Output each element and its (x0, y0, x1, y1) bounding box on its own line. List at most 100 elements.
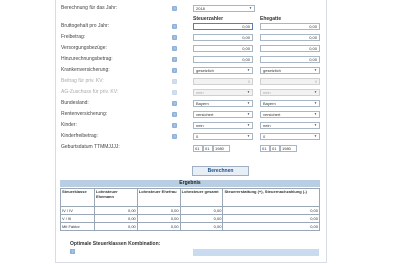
year-select[interactable]: 2018 ▼ (193, 5, 255, 12)
beitrag-priv-taxpayer-input[interactable]: 0 (193, 78, 253, 85)
header-erstattung: Steuererstattung (+), Steuernachzahlung … (222, 188, 320, 207)
birth-year-taxpayer-input[interactable]: 1980 (213, 145, 230, 152)
kranken-label: Krankenversicherung: (61, 67, 110, 73)
result-header-row: Steuerklasse Lohnsteuer Ehemann Lohnsteu… (60, 188, 320, 207)
header-lohnsteuer-ehefrau: Lohnsteuer Ehefrau (136, 188, 181, 207)
birth-month-taxpayer-input[interactable]: 01 (203, 145, 213, 152)
kinderfreibetrag-label: Kinderfreibetrag: (61, 133, 98, 139)
cell-value: 0,00 (136, 214, 181, 223)
bundesland-help-icon[interactable]: ? (172, 101, 177, 106)
chevron-down-icon: ▼ (247, 68, 250, 72)
chevron-down-icon: ▼ (249, 6, 252, 10)
cell-class: IV / IV (60, 206, 95, 215)
versorgung-taxpayer-input[interactable]: 0,00 (193, 45, 253, 52)
chevron-down-icon: ▼ (247, 123, 250, 127)
optimal-label: Optimale Steuerklassen Kombination: (70, 241, 161, 247)
brutto-taxpayer-input[interactable]: 0,00 (193, 23, 253, 30)
brutto-help-icon[interactable]: ? (172, 24, 177, 29)
kinderfreibetrag-spouse-value: 0 (263, 134, 266, 139)
brutto-label: Bruttogehalt pro Jahr: (61, 23, 110, 29)
kranken-taxpayer-select[interactable]: gesetzlich ▼ (193, 67, 253, 74)
chevron-down-icon: ▼ (314, 90, 317, 94)
optimal-result-box (193, 249, 319, 256)
renten-taxpayer-select[interactable]: versichert ▼ (193, 111, 253, 118)
header-lohnsteuer-gesamt: Lohnsteuer gesamt (179, 188, 224, 207)
cell-value: 0,00 (93, 206, 138, 215)
brutto-spouse-input[interactable]: 0,00 (260, 23, 320, 30)
birth-year-spouse-input[interactable]: 1980 (280, 145, 297, 152)
kinder-help-icon[interactable]: ? (172, 123, 177, 128)
freibetrag-taxpayer-input[interactable]: 0,00 (193, 34, 253, 41)
kinderfreibetrag-spouse-select[interactable]: 0 ▼ (260, 133, 320, 140)
beitrag-priv-label: Beitrag für priv. KV: (61, 78, 104, 84)
ag-zuschuss-taxpayer-select[interactable]: nein ▼ (193, 89, 253, 96)
year-value: 2018 (196, 6, 205, 11)
kinder-spouse-select[interactable]: nein ▼ (260, 122, 320, 129)
chevron-down-icon: ▼ (314, 134, 317, 138)
hinzurechnung-taxpayer-input[interactable]: 0,00 (193, 56, 253, 63)
versorgung-spouse-input[interactable]: 0,00 (260, 45, 320, 52)
calculate-button[interactable]: Berechnen (192, 166, 249, 176)
kinderfreibetrag-taxpayer-select[interactable]: 0 ▼ (193, 133, 253, 140)
cell-value: 0,00 (222, 222, 320, 231)
bundesland-label: Bundesland: (61, 100, 89, 106)
renten-label: Rentenversicherung: (61, 111, 108, 117)
ag-zuschuss-spouse-value: nein (263, 90, 271, 95)
kinder-taxpayer-select[interactable]: nein ▼ (193, 122, 253, 129)
ag-zuschuss-taxpayer-value: nein (196, 90, 204, 95)
chevron-down-icon: ▼ (247, 134, 250, 138)
year-help-icon[interactable]: ? (172, 6, 177, 11)
birth-day-spouse-input[interactable]: 01 (260, 145, 270, 152)
cell-value: 0,00 (136, 206, 181, 215)
cell-value: 0,00 (179, 206, 224, 215)
versorgung-help-icon[interactable]: ? (172, 46, 177, 51)
chevron-down-icon: ▼ (247, 112, 250, 116)
birth-day-taxpayer-input[interactable]: 01 (193, 145, 203, 152)
cell-value: 0,00 (136, 222, 181, 231)
ag-zuschuss-help-icon[interactable]: ? (172, 90, 177, 95)
freibetrag-spouse-input[interactable]: 0,00 (260, 34, 320, 41)
kinder-label: Kinder: (61, 122, 77, 128)
kranken-taxpayer-value: gesetzlich (196, 68, 214, 73)
kranken-help-icon[interactable]: ? (172, 68, 177, 73)
renten-spouse-select[interactable]: versichert ▼ (260, 111, 320, 118)
cell-value: 0,00 (179, 214, 224, 223)
ag-zuschuss-spouse-select[interactable]: nein ▼ (260, 89, 320, 96)
row-year: Berechnung für das Jahr: (61, 4, 321, 12)
chevron-down-icon: ▼ (314, 68, 317, 72)
hinzurechnung-label: Hinzurechnungsbetrag: (61, 56, 113, 62)
cell-class: V / III (60, 214, 95, 223)
cell-value: 0,00 (93, 214, 138, 223)
birth-month-spouse-input[interactable]: 01 (270, 145, 280, 152)
kranken-spouse-select[interactable]: gesetzlich ▼ (260, 67, 320, 74)
header-steuerklasse: Steuerklasse (60, 188, 95, 207)
renten-taxpayer-value: versichert (196, 112, 214, 117)
beitrag-priv-spouse-input[interactable]: 0 (260, 78, 320, 85)
header-lohnsteuer-ehemann: Lohnsteuer Ehemann (93, 188, 138, 207)
beitrag-priv-help-icon[interactable]: ? (172, 79, 177, 84)
kranken-spouse-value: gesetzlich (263, 68, 281, 73)
cell-class: Mit Faktor (60, 222, 95, 231)
hinzurechnung-spouse-input[interactable]: 0,00 (260, 56, 320, 63)
versorgung-label: Versorgungsbezüge: (61, 45, 107, 51)
kinderfreibetrag-help-icon[interactable]: ? (172, 134, 177, 139)
bundesland-spouse-value: Bayern (263, 101, 276, 106)
kinder-spouse-value: nein (263, 123, 271, 128)
table-row: IV / IV 0,00 0,00 0,00 0,00 (60, 206, 320, 215)
renten-help-icon[interactable]: ? (172, 112, 177, 117)
chevron-down-icon: ▼ (314, 123, 317, 127)
freibetrag-label: Freibetrag: (61, 34, 86, 40)
year-label: Berechnung für das Jahr: (61, 5, 118, 11)
geburtsdatum-label: Geburtsdatum TTMMJJJJ: (61, 144, 120, 150)
bundesland-taxpayer-value: Bayern (196, 101, 209, 106)
bundesland-taxpayer-select[interactable]: Bayern ▼ (193, 100, 253, 107)
renten-spouse-value: versichert (263, 112, 281, 117)
cell-value: 0,00 (179, 222, 224, 231)
kinderfreibetrag-taxpayer-value: 0 (196, 134, 199, 139)
freibetrag-help-icon[interactable]: ? (172, 35, 177, 40)
optimal-help-icon[interactable]: ? (70, 249, 75, 254)
result-table: Steuerklasse Lohnsteuer Ehemann Lohnsteu… (60, 188, 320, 231)
table-row: V / III 0,00 0,00 0,00 0,00 (60, 214, 320, 223)
hinzurechnung-help-icon[interactable]: ? (172, 57, 177, 62)
bundesland-spouse-select[interactable]: Bayern ▼ (260, 100, 320, 107)
